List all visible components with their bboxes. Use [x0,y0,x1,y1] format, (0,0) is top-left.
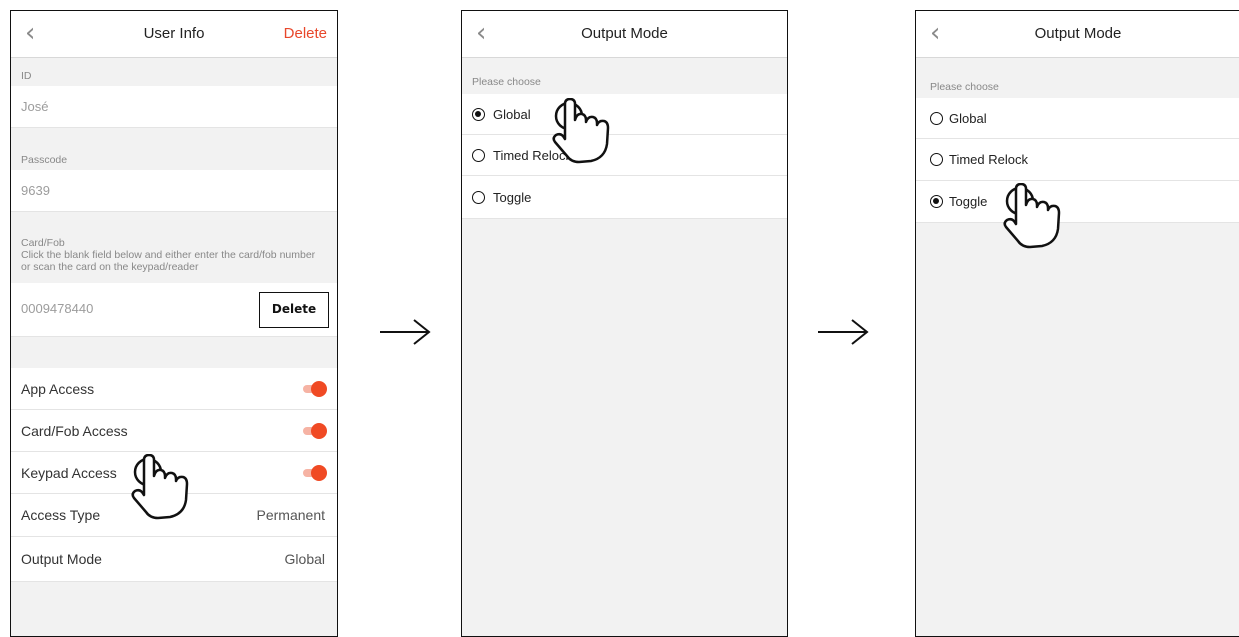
passcode-field[interactable]: 9639 [11,170,337,212]
card-fob-field[interactable]: 0009478440 Delete [11,283,337,337]
page-title: Output Mode [1034,25,1122,42]
id-field[interactable]: José [11,86,337,128]
access-type-value: Permanent [256,507,325,523]
tap-hand-icon [1003,183,1061,249]
card-access-row: Card/Fob Access [11,410,337,452]
radio-icon [930,153,943,166]
card-fob-label: Card/Fob [21,237,65,249]
output-mode-label: Output Mode [21,551,102,567]
delete-card-button[interactable]: Delete [259,292,329,328]
app-access-row: App Access [11,368,337,410]
radio-icon [472,191,485,204]
output-mode-row[interactable]: Output Mode Global [11,537,337,582]
option-toggle[interactable]: Toggle [916,181,1239,223]
passcode-label: Passcode [21,154,68,166]
option-toggle[interactable]: Toggle [462,176,787,219]
right-arrow-icon [818,319,869,345]
id-value: José [21,99,49,114]
card-fob-value: 0009478440 [21,301,94,316]
tap-hand-icon [552,98,610,164]
option-label: Toggle [493,190,532,205]
user-info-screen: ‹ User Info Delete ID José Passcode 9639… [10,10,338,637]
option-label: Timed Relock [949,152,1028,167]
output-mode-value: Global [284,551,325,567]
option-timed-relock[interactable]: Timed Relock [916,139,1239,181]
option-label: Toggle [949,194,988,209]
option-label: Global [493,107,531,122]
tap-hand-icon [131,454,189,520]
please-choose-label: Please choose [472,76,541,88]
option-timed-relock[interactable]: Timed Relock [462,135,787,176]
access-type-label: Access Type [21,507,101,523]
app-access-toggle[interactable] [301,381,327,397]
page-title: Output Mode [581,25,668,42]
output-mode-screen-b: ‹ Output Mode Please choose Global Timed… [915,10,1239,637]
radio-icon [930,112,943,125]
delete-user-button[interactable]: Delete [284,25,327,42]
navbar: ‹ Output Mode [916,11,1239,58]
right-arrow-icon [380,319,431,345]
option-label: Global [949,111,987,126]
option-global[interactable]: Global [916,98,1239,139]
output-mode-screen-a: ‹ Output Mode Please choose Global Timed… [461,10,788,637]
app-access-label: App Access [21,381,95,397]
passcode-value: 9639 [21,183,50,198]
navbar: ‹ Output Mode [462,11,787,58]
option-global[interactable]: Global [462,94,787,135]
radio-selected-icon [472,108,485,121]
card-access-label: Card/Fob Access [21,423,128,439]
radio-icon [472,149,485,162]
card-access-toggle[interactable] [301,423,327,439]
keypad-access-label: Keypad Access [21,465,117,481]
card-fob-hint: Click the blank field below and either e… [21,249,316,273]
please-choose-label: Please choose [930,81,999,93]
navbar: ‹ User Info Delete [11,11,337,58]
id-label: ID [21,70,32,82]
radio-selected-icon [930,195,943,208]
keypad-access-toggle[interactable] [301,465,327,481]
